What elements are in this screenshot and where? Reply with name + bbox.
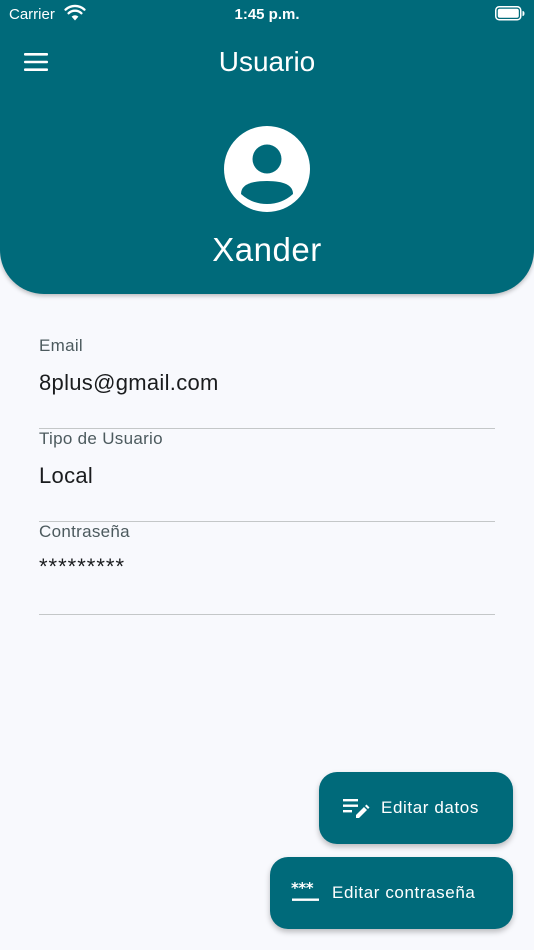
edit-data-button[interactable]: Editar datos (319, 772, 513, 844)
edit-password-button[interactable]: *** Editar contraseña (270, 857, 513, 929)
svg-text:***: *** (291, 879, 314, 897)
email-field: Email 8plus@gmail.com (39, 336, 495, 429)
password-field: Contraseña ********* (39, 522, 495, 615)
account-circle-icon (224, 126, 310, 212)
status-bar: Carrier 1:45 p.m. (0, 0, 534, 30)
password-value: ********* (39, 554, 126, 579)
password-icon: *** (291, 879, 321, 910)
user-type-field: Tipo de Usuario Local (39, 429, 495, 522)
edit-password-label: Editar contraseña (332, 883, 476, 902)
profile-header: Carrier 1:45 p.m. Usuario Xander (0, 0, 534, 294)
password-label: Contraseña (39, 522, 130, 541)
user-type-value: Local (39, 463, 94, 488)
user-profile-screen: Carrier 1:45 p.m. Usuario Xander Email 8… (0, 0, 534, 950)
edit-data-label: Editar datos (381, 798, 479, 817)
battery-icon (495, 6, 525, 26)
edit-note-icon (342, 794, 370, 825)
user-type-label: Tipo de Usuario (39, 429, 163, 448)
page-title: Usuario (218, 46, 316, 77)
user-name: Xander (212, 231, 322, 268)
status-time: 1:45 p.m. (234, 6, 300, 23)
email-value: 8plus@gmail.com (39, 370, 219, 395)
email-label: Email (39, 336, 84, 355)
